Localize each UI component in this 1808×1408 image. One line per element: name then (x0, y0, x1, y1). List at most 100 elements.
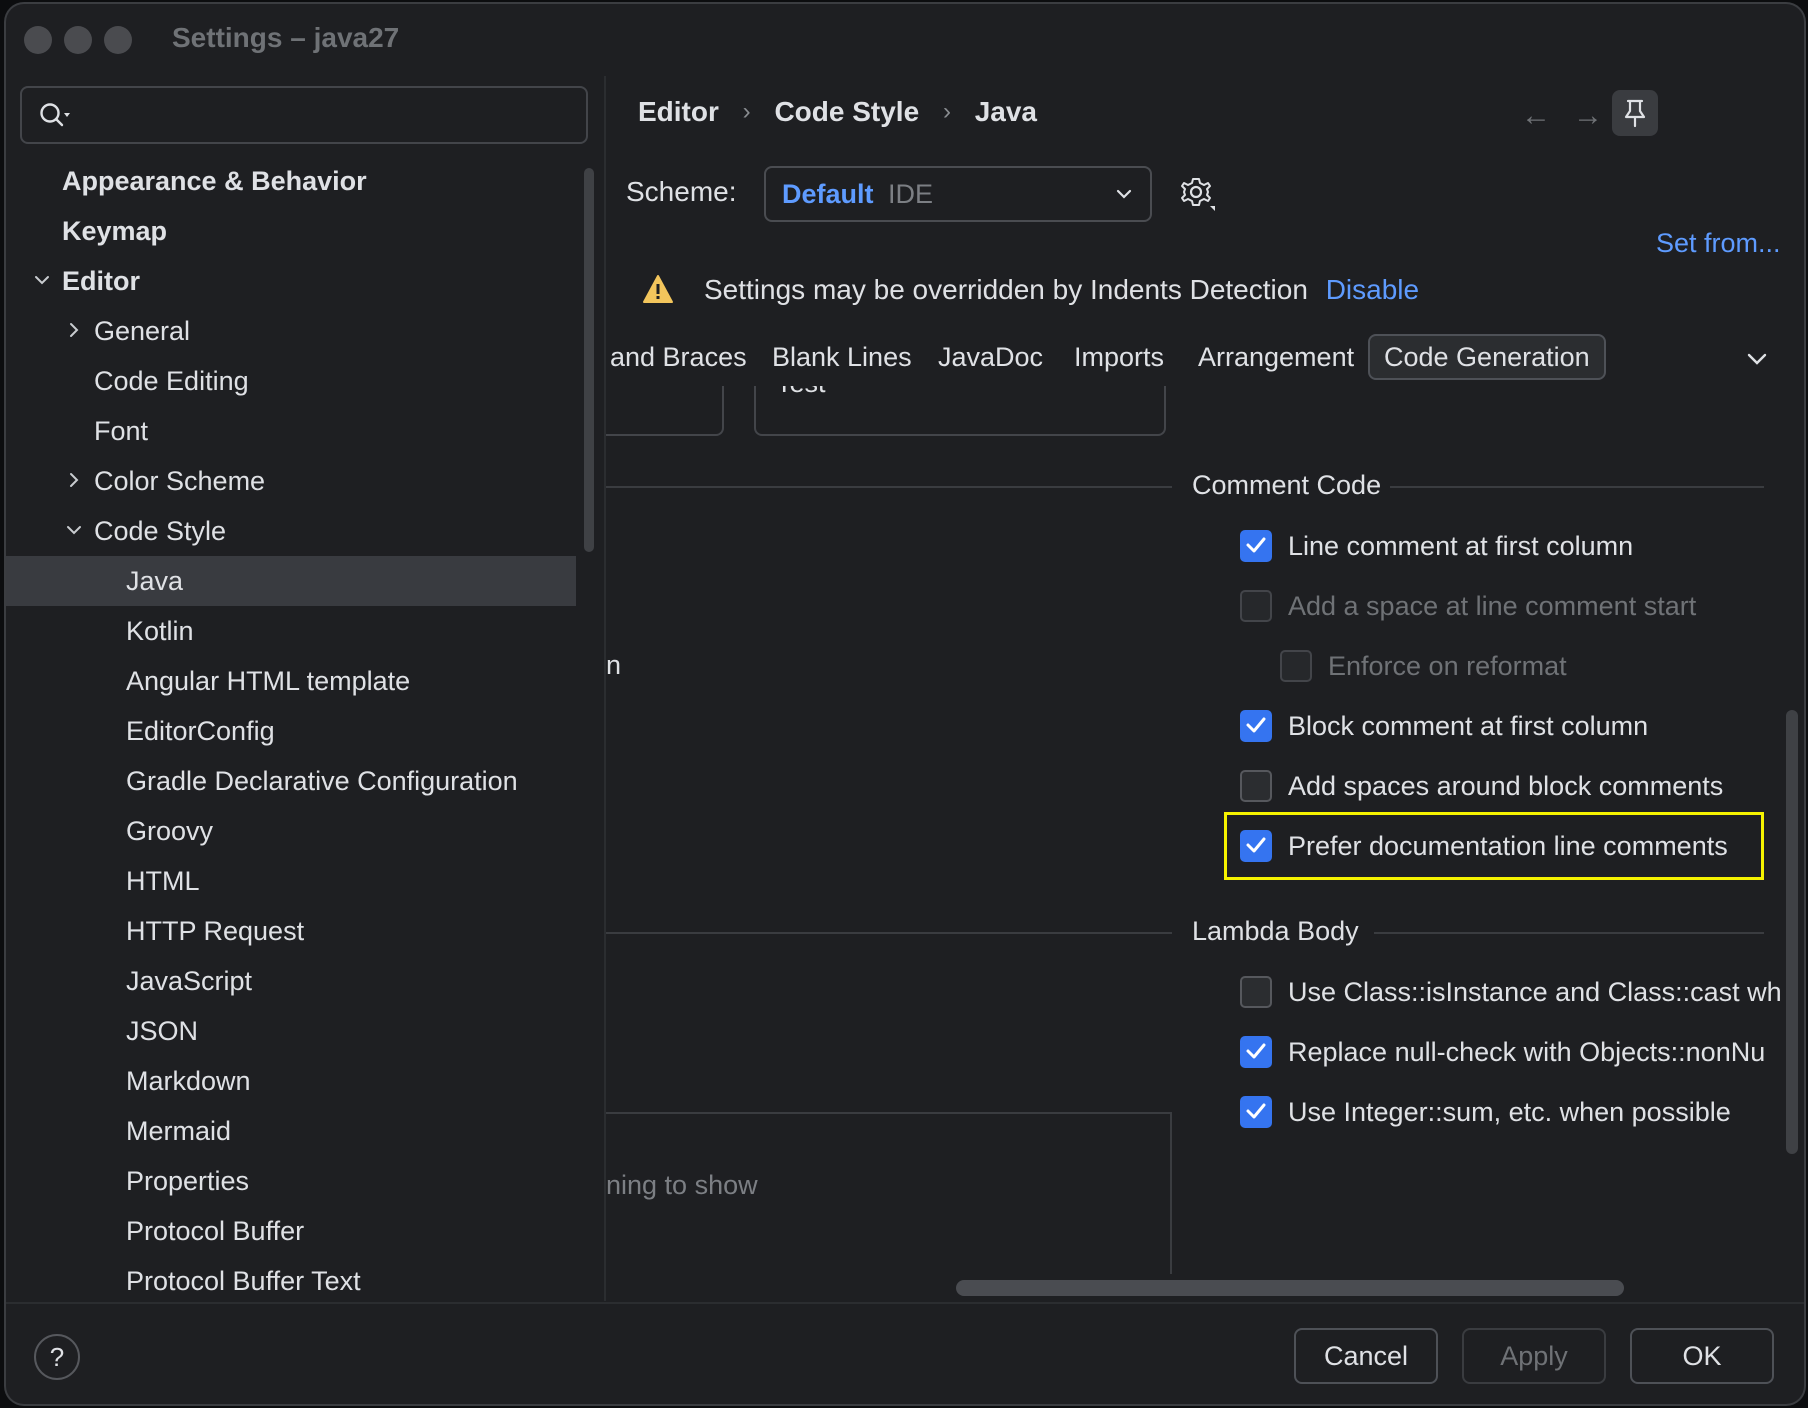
window-title: Settings – java27 (172, 22, 400, 53)
sidebar-item-label: Angular HTML template (126, 666, 411, 696)
scheme-value: Default (782, 179, 874, 209)
section-divider (1390, 486, 1764, 488)
sidebar-item-label: Code Style (94, 516, 227, 546)
sidebar-item[interactable]: EditorConfig (6, 706, 576, 756)
chevron-down-icon[interactable] (64, 506, 84, 556)
checkbox-unchecked[interactable] (1240, 976, 1272, 1008)
search-input[interactable] (82, 96, 566, 134)
tab-code-generation[interactable]: Code Generation (1368, 334, 1606, 380)
sidebar-item[interactable]: Protocol Buffer (6, 1206, 576, 1256)
checkbox-label: Use Integer::sum, etc. when possible (1288, 1097, 1731, 1127)
sidebar-item-label: Java (126, 566, 184, 596)
sidebar-item[interactable]: JavaScript (6, 956, 576, 1006)
checkbox-checked[interactable] (1240, 1036, 1272, 1068)
settings-search[interactable] (20, 86, 588, 144)
settings-sidebar: Appearance & Behavior Keymap Editor General… (6, 76, 606, 1301)
sidebar-item-label: Color Scheme (94, 466, 266, 496)
checkbox-label: Use Class::isInstance and Class::cast wh (1288, 977, 1782, 1007)
sidebar-item[interactable]: Editor (6, 256, 576, 306)
apply-button[interactable]: Apply (1462, 1328, 1606, 1384)
empty-list-panel: ning to show (606, 1112, 1172, 1274)
section-divider (606, 486, 1172, 488)
horizontal-scrollbar[interactable] (956, 1280, 1624, 1296)
zoom-window-button[interactable] (104, 26, 132, 54)
tab-blank-lines[interactable]: Blank Lines (772, 336, 912, 378)
checkbox-checked[interactable] (1240, 530, 1272, 562)
breadcrumb-separator: › (742, 97, 751, 125)
sidebar-item[interactable]: Gradle Declarative Configuration (6, 756, 576, 806)
vertical-scrollbar[interactable] (1786, 710, 1798, 1154)
sidebar-item[interactable]: Appearance & Behavior (6, 156, 576, 206)
tab-arrangement[interactable]: Arrangement (1198, 336, 1354, 378)
ok-button[interactable]: OK (1630, 1328, 1774, 1384)
breadcrumb-separator: › (942, 97, 951, 125)
cancel-button[interactable]: Cancel (1294, 1328, 1438, 1384)
checkbox-label: Enforce on reformat (1328, 651, 1567, 681)
sidebar-item-label: Font (94, 416, 149, 446)
sidebar-item[interactable]: JSON (6, 1006, 576, 1056)
main-panel: Editor › Code Style › Java ← → Scheme: D… (606, 76, 1804, 1301)
checkbox-unchecked[interactable] (1240, 770, 1272, 802)
sidebar-item[interactable]: Font (6, 406, 576, 456)
sidebar-item[interactable]: Code Style (6, 506, 576, 556)
pin-icon[interactable] (1612, 90, 1658, 136)
test-prefix-field[interactable]: Test (754, 386, 1166, 436)
sidebar-item-label: General (94, 316, 191, 346)
sidebar-item[interactable]: Protocol Buffer Text (6, 1256, 576, 1301)
set-from-link[interactable]: Set from... (1656, 228, 1781, 259)
checkbox-unchecked[interactable] (1240, 590, 1272, 622)
minimize-window-button[interactable] (64, 26, 92, 54)
sidebar-item[interactable]: General (6, 306, 576, 356)
sidebar-item[interactable]: Kotlin (6, 606, 576, 656)
dialog-footer: ? Cancel Apply OK (6, 1302, 1804, 1404)
scheme-sub: IDE (888, 179, 934, 209)
sidebar-item[interactable]: Properties (6, 1156, 576, 1206)
sidebar-item[interactable]: Markdown (6, 1056, 576, 1106)
sidebar-item-label: EditorConfig (126, 716, 275, 746)
chevron-down-icon[interactable] (32, 256, 52, 306)
checkbox-label: Add a space at line comment start (1288, 591, 1697, 621)
sidebar-item-label: Kotlin (126, 616, 194, 646)
empty-list-text: ning to show (606, 1170, 758, 1200)
sidebar-item[interactable]: Java (6, 556, 576, 606)
checkbox-checked[interactable] (1240, 710, 1272, 742)
back-arrow-icon[interactable]: ← (1516, 96, 1556, 136)
forward-arrow-icon[interactable]: → (1568, 96, 1608, 136)
breadcrumb-item-code-style[interactable]: Code Style (774, 96, 919, 128)
sidebar-item[interactable]: Groovy (6, 806, 576, 856)
tab-javadoc[interactable]: JavaDoc (938, 336, 1043, 378)
chevron-down-icon[interactable] (1742, 344, 1772, 374)
settings-window: Settings – java27 Appearance & Behavior K… (6, 4, 1804, 1404)
test-prefix-value: Test (776, 386, 826, 399)
chevron-right-icon[interactable] (64, 306, 84, 356)
disable-link[interactable]: Disable (1326, 274, 1419, 305)
name-prefix-field[interactable] (606, 386, 724, 436)
scheme-dropdown[interactable]: Default IDE (764, 166, 1152, 222)
sidebar-item-label: HTTP Request (126, 916, 305, 946)
sidebar-item[interactable]: HTML (6, 856, 576, 906)
partial-label: n (606, 650, 622, 680)
checkbox-label: Prefer documentation line comments (1288, 831, 1728, 861)
close-window-button[interactable] (24, 26, 52, 54)
gear-icon[interactable] (1178, 174, 1218, 214)
checkbox-checked[interactable] (1240, 830, 1272, 862)
sidebar-scrollbar[interactable] (584, 168, 594, 552)
search-icon (40, 103, 70, 127)
tab-imports[interactable]: Imports (1074, 336, 1164, 378)
warning-icon (643, 275, 673, 303)
tab-wrapping-and-braces[interactable]: and Braces (610, 336, 747, 378)
breadcrumb-item-editor[interactable]: Editor (638, 96, 719, 128)
help-button[interactable]: ? (34, 1334, 80, 1380)
sidebar-item-label: Code Editing (94, 366, 249, 396)
sidebar-item[interactable]: Keymap (6, 206, 576, 256)
sidebar-item[interactable]: Mermaid (6, 1106, 576, 1156)
sidebar-item[interactable]: HTTP Request (6, 906, 576, 956)
checkbox-unchecked[interactable] (1280, 650, 1312, 682)
chevron-right-icon[interactable] (64, 456, 84, 506)
sidebar-item[interactable]: Code Editing (6, 356, 576, 406)
checkbox-checked[interactable] (1240, 1096, 1272, 1128)
sidebar-item[interactable]: Color Scheme (6, 456, 576, 506)
sidebar-item-label: Markdown (126, 1066, 251, 1096)
sidebar-item-label: Groovy (126, 816, 214, 846)
sidebar-item[interactable]: Angular HTML template (6, 656, 576, 706)
